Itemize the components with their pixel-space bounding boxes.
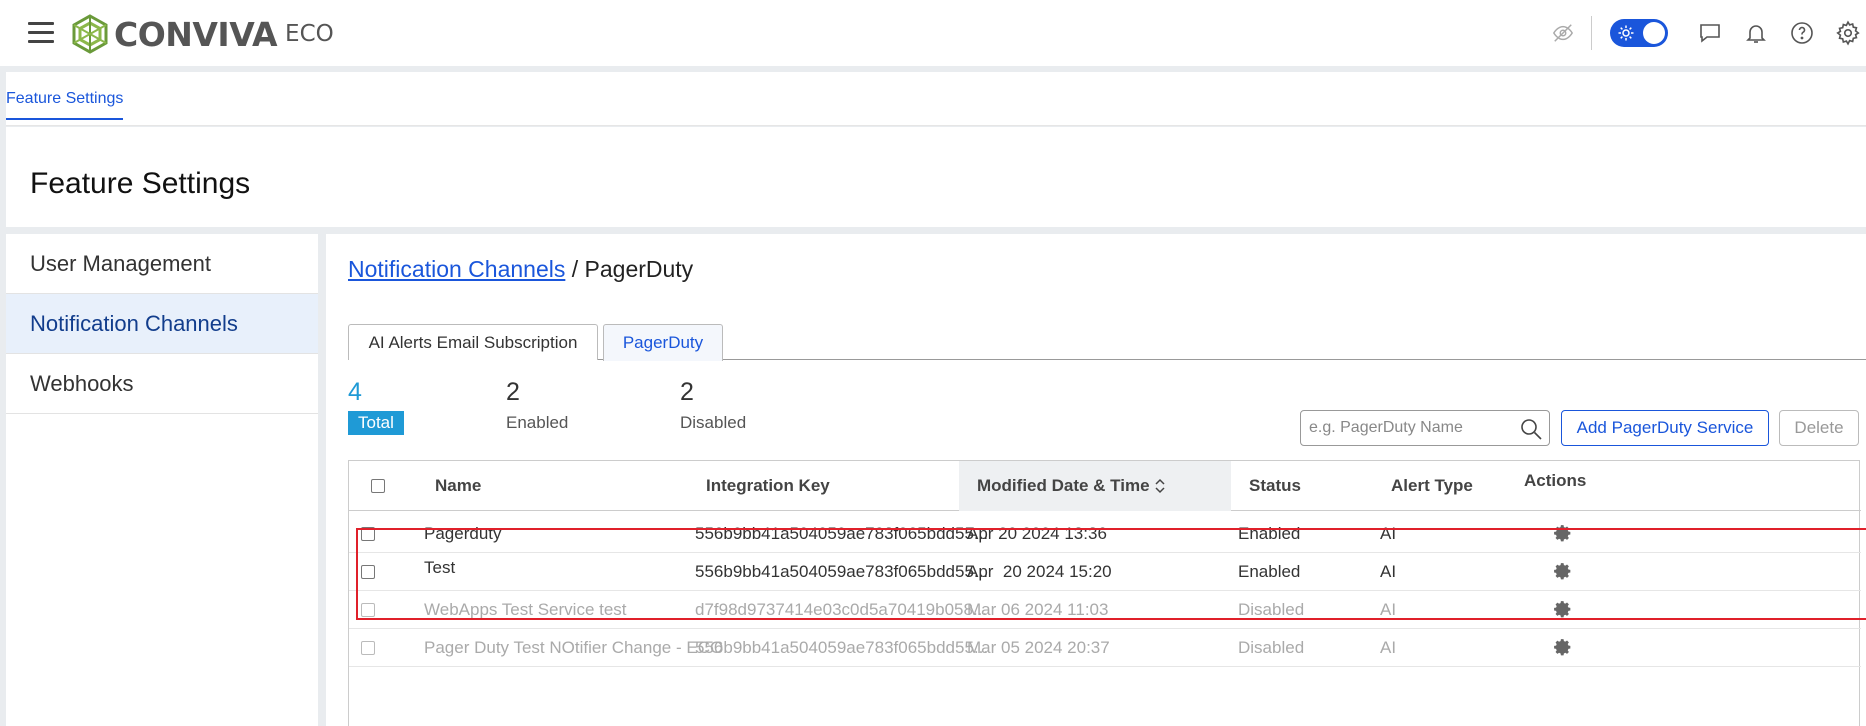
stat-total-value: 4 [348,378,362,406]
search-box [1300,410,1550,446]
row-integration-key: 556b9bb41a504059ae783f065bdd55... [695,638,989,657]
row-alert-type: AI [1380,562,1397,581]
gear-icon[interactable] [1553,562,1573,582]
sun-icon [1618,25,1634,41]
theme-toggle[interactable] [1610,19,1668,47]
row-alert-type: AI [1380,600,1397,619]
menu-icon[interactable] [28,22,54,44]
row-modified: Apr 20 2024 13:36 [967,524,1107,543]
gear-icon[interactable] [1553,600,1573,620]
conviva-logo[interactable]: CONVIVA ECO [70,14,334,54]
column-actions: Actions [1524,471,1587,490]
table-row[interactable]: WebApps Test Service test d7f98d9737414e… [349,591,1861,629]
toggle-knob [1643,22,1665,44]
row-name: Pager Duty Test NOtifier Change - ECO [424,638,724,657]
help-icon[interactable] [1788,19,1816,47]
row-modified: Mar 06 2024 11:03 [967,600,1109,619]
row-integration-key: 556b9bb41a504059ae783f065bdd55... [695,562,989,581]
sidebar-item-webhooks[interactable]: Webhooks [6,354,318,414]
row-actions [1553,591,1573,629]
settings-icon[interactable] [1834,19,1862,47]
breadcrumb: Notification Channels / PagerDuty [348,256,693,283]
select-all-cell [371,461,385,511]
top-icons [1549,0,1866,66]
divider [1591,16,1592,50]
sidebar-item-user-management[interactable]: User Management [6,234,318,294]
row-select-cell [361,515,375,553]
stat-disabled-label: Disabled [680,413,747,432]
stat-total-label: Total [348,411,404,435]
eye-off-icon[interactable] [1549,19,1577,47]
column-name[interactable]: Name [435,461,481,511]
sort-icon[interactable] [1154,478,1166,494]
table-row[interactable]: Test 556b9bb41a504059ae783f065bdd55... A… [349,553,1861,591]
row-checkbox[interactable] [361,527,375,541]
row-select-cell [361,553,375,591]
delete-button[interactable]: Delete [1779,410,1859,446]
sub-nav: Feature Settings [6,72,1866,126]
page-title: Feature Settings [30,167,251,200]
tab-pagerduty[interactable]: PagerDuty [603,324,723,361]
gear-icon[interactable] [1553,524,1573,544]
logo-text: CONVIVA [114,14,278,54]
search-input[interactable] [1309,419,1509,437]
row-status: Disabled [1238,600,1305,619]
row-name: Pagerduty [424,524,502,543]
sidebar: User Management Notification Channels We… [6,234,318,726]
breadcrumb-current: PagerDuty [584,256,694,282]
stat-total[interactable]: 4 Total [348,378,404,435]
search-icon[interactable] [1519,417,1543,441]
stat-enabled-label: Enabled [506,413,569,432]
page-header: Feature Settings [6,127,1866,227]
row-alert-type: AI [1380,638,1397,657]
row-status: Enabled [1238,524,1301,543]
row-select-cell [361,629,375,667]
bell-icon[interactable] [1742,19,1770,47]
gear-icon[interactable] [1553,638,1573,658]
breadcrumb-separator: / [565,256,585,282]
row-alert-type: AI [1380,524,1397,543]
table-header: Name Integration Key Modified Date & Tim… [349,461,1861,511]
column-alert-type[interactable]: Alert Type [1391,461,1473,511]
top-bar: CONVIVA ECO [0,0,1866,66]
logo-subtitle: ECO [285,21,334,47]
row-modified: Apr 20 2024 15:20 [967,562,1112,581]
row-select-cell [361,591,375,629]
row-status: Disabled [1238,638,1305,657]
column-modified-date-label: Modified Date & Time [977,476,1150,495]
main-panel: Notification Channels / PagerDuty AI Ale… [326,234,1866,726]
row-integration-key: d7f98d9737414e03c0d5a70419b058... [695,600,988,619]
tab-ai-alerts-email[interactable]: AI Alerts Email Subscription [348,324,598,360]
stat-enabled-value: 2 [506,378,520,406]
pagerduty-table: Name Integration Key Modified Date & Tim… [348,460,1861,726]
row-checkbox[interactable] [361,641,375,655]
row-name: WebApps Test Service test [424,600,627,619]
channel-tabs: AI Alerts Email Subscription PagerDuty [348,324,1866,361]
stat-disabled[interactable]: 2 Disabled [680,378,746,433]
row-name: Test [424,558,456,577]
add-pagerduty-service-button[interactable]: Add PagerDuty Service [1561,410,1769,446]
select-all-checkbox[interactable] [371,479,385,493]
row-checkbox[interactable] [361,565,375,579]
row-actions [1553,515,1573,553]
stat-disabled-value: 2 [680,378,694,406]
tab-feature-settings[interactable]: Feature Settings [6,90,124,120]
breadcrumb-link-notification-channels[interactable]: Notification Channels [348,256,565,282]
row-modified: Mar 05 2024 20:37 [967,638,1110,657]
sidebar-item-notification-channels[interactable]: Notification Channels [6,294,318,354]
row-actions [1553,553,1573,591]
column-integration-key[interactable]: Integration Key [706,461,830,511]
row-actions [1553,629,1573,667]
logo-icon [72,14,108,54]
row-checkbox[interactable] [361,603,375,617]
table-row[interactable]: Pager Duty Test NOtifier Change - ECO 55… [349,629,1861,667]
table-row[interactable]: Pagerduty 556b9bb41a504059ae783f065bdd55… [349,515,1861,553]
row-integration-key: 556b9bb41a504059ae783f065bdd55... [695,524,989,543]
chat-icon[interactable] [1696,19,1724,47]
row-status: Enabled [1238,562,1301,581]
column-status[interactable]: Status [1249,461,1301,511]
column-modified-date[interactable]: Modified Date & Time [959,461,1231,511]
stat-enabled[interactable]: 2 Enabled [506,378,568,433]
